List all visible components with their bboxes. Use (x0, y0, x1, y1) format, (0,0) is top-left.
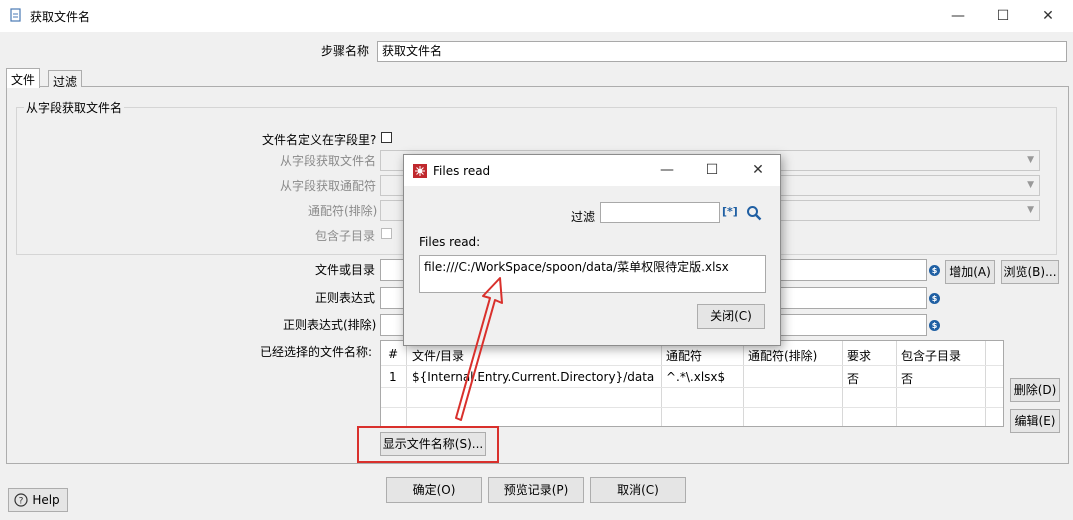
dialog-close-action-button[interactable]: 关闭(C) (697, 304, 765, 329)
file-or-dir-label: 文件或目录 (315, 263, 376, 277)
table-row[interactable]: 1 ${Internal.Entry.Current.Directory}/da… (381, 366, 1003, 387)
help-icon: ? (14, 493, 28, 507)
regex-exclude-label: 正则表达式(排除) (283, 318, 377, 332)
files-read-label: Files read: (419, 235, 481, 249)
files-read-list[interactable]: file:///C:/WorkSpace/spoon/data/菜单权限待定版.… (419, 255, 766, 293)
column-header-wildcard-exclude[interactable]: 通配符(排除) (748, 347, 817, 364)
close-window-button[interactable]: ✕ (1038, 6, 1058, 26)
svg-text:?: ? (19, 497, 24, 507)
get-filename-from-field-label: 从字段获取文件名 (280, 154, 377, 168)
files-read-dialog: Files read — ☐ ✕ 过滤 [*] Files read: file… (403, 154, 781, 346)
column-header-path[interactable]: 文件/目录 (412, 347, 464, 364)
browse-button[interactable]: 浏览(B)... (1001, 260, 1059, 284)
window-title: 获取文件名 (30, 10, 91, 24)
cell-subfolders[interactable]: 否 (901, 370, 913, 387)
group-title: 从字段获取文件名 (24, 99, 125, 116)
chevron-down-icon: ▼ (1027, 205, 1034, 215)
column-header-num[interactable]: # (388, 347, 398, 361)
row-number: 1 (389, 370, 397, 384)
variable-icon[interactable]: $ (929, 265, 940, 276)
add-button[interactable]: 增加(A) (945, 260, 995, 284)
title-bar (0, 0, 1073, 32)
dialog-maximize-button[interactable]: ☐ (702, 160, 722, 180)
preview-button[interactable]: 预览记录(P) (488, 477, 584, 503)
filter-input[interactable] (600, 202, 720, 223)
tab-files[interactable]: 文件 (6, 68, 41, 88)
minimize-button[interactable]: — (948, 6, 968, 26)
include-subfolders-checkbox[interactable] (381, 228, 392, 239)
spoon-app-icon (10, 8, 21, 22)
search-icon[interactable] (746, 205, 762, 221)
dialog-close-button[interactable]: ✕ (748, 160, 768, 180)
selected-files-label: 已经选择的文件名称: (260, 345, 373, 359)
get-wildcard-from-field-label: 从字段获取通配符 (280, 179, 377, 193)
file-path[interactable]: file:///C:/WorkSpace/spoon/data/菜单权限待定版.… (424, 260, 729, 274)
chevron-down-icon: ▼ (1027, 155, 1034, 165)
row-divider (381, 407, 1003, 408)
spoon-dialog-icon (413, 164, 427, 178)
column-header-subfolders[interactable]: 包含子目录 (901, 347, 961, 364)
maximize-button[interactable]: ☐ (993, 6, 1013, 26)
regex-label: 正则表达式 (315, 291, 376, 305)
variable-icon[interactable]: $ (929, 320, 940, 331)
include-subfolders-label: 包含子目录 (315, 229, 376, 243)
delete-button[interactable]: 删除(D) (1010, 378, 1060, 402)
edit-button[interactable]: 编辑(E) (1010, 409, 1060, 433)
regex-icon[interactable]: [*] (722, 205, 738, 218)
filename-in-field-label: 文件名定义在字段里? (262, 133, 377, 147)
ok-button[interactable]: 确定(O) (386, 477, 482, 503)
variable-icon[interactable]: $ (929, 293, 940, 304)
column-header-wildcard[interactable]: 通配符 (666, 347, 702, 364)
step-name-label: 步骤名称 (321, 44, 370, 58)
cell-path[interactable]: ${Internal.Entry.Current.Directory}/data (412, 370, 654, 384)
selected-files-table[interactable]: # 文件/目录 通配符 通配符(排除) 要求 包含子目录 1 ${Interna… (380, 340, 1004, 427)
show-filenames-button[interactable]: 显示文件名称(S)... (380, 432, 486, 456)
tab-filter[interactable]: 过滤 (48, 70, 83, 89)
dialog-title: Files read (433, 164, 491, 178)
filter-label: 过滤 (571, 210, 596, 224)
dialog-minimize-button[interactable]: — (657, 160, 677, 180)
help-button[interactable]: ? Help (8, 488, 68, 512)
filename-in-field-checkbox[interactable] (381, 132, 392, 143)
cancel-button[interactable]: 取消(C) (590, 477, 686, 503)
row-divider (381, 387, 1003, 388)
column-header-required[interactable]: 要求 (847, 347, 871, 364)
cell-wildcard[interactable]: ^.*\.xlsx$ (666, 370, 725, 384)
help-label: Help (32, 493, 60, 507)
wildcard-exclude-label: 通配符(排除) (308, 204, 378, 218)
step-name-input[interactable]: 获取文件名 (377, 41, 1067, 62)
cell-required[interactable]: 否 (847, 370, 859, 387)
chevron-down-icon: ▼ (1027, 180, 1034, 190)
